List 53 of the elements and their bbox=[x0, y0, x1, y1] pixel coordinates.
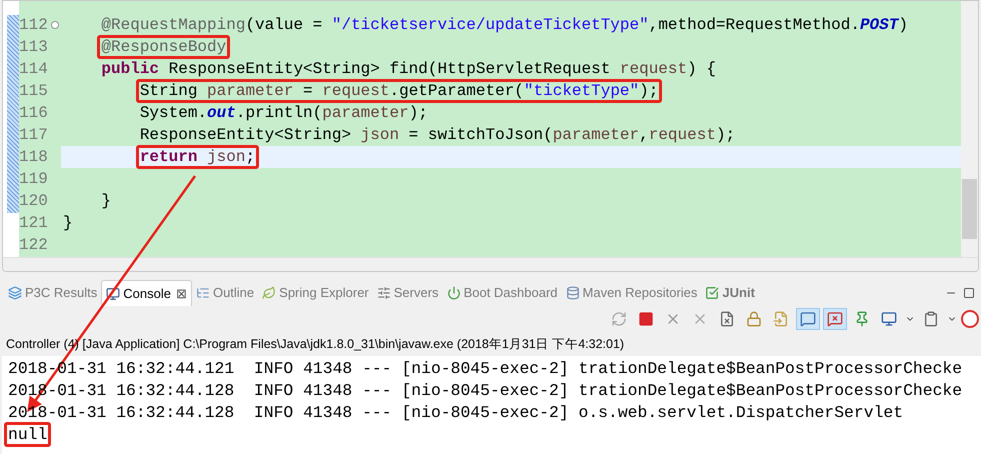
toolbar-button[interactable] bbox=[823, 308, 847, 330]
message-icon bbox=[800, 311, 816, 327]
line-number: 119 bbox=[19, 169, 48, 190]
view-tab[interactable]: Servers bbox=[372, 280, 443, 306]
line-number: 122 bbox=[19, 235, 48, 256]
sliders-icon bbox=[376, 286, 391, 300]
close-icon[interactable]: ⊠ bbox=[176, 284, 187, 304]
code-line: @RequestMapping(value = "/ticketservice/updateTicketType",method=RequestMethod.POST) bbox=[100, 15, 909, 36]
code-line: } bbox=[100, 191, 112, 212]
line-number: 117 bbox=[19, 125, 48, 146]
sync-icon bbox=[611, 311, 627, 327]
scrollbar-thumb[interactable] bbox=[962, 179, 977, 239]
outline-icon bbox=[196, 286, 210, 300]
console-line: 2018-01-31 16:32:44.128 INFO 41348 --- [nio-8045-exec-2] o.s.web.servlet.DispatcherServlet bbox=[7, 402, 904, 424]
clipboard-icon bbox=[923, 311, 939, 327]
monitor-icon bbox=[881, 311, 897, 327]
vertical-scrollbar[interactable] bbox=[961, 1, 978, 257]
line-number: 115 bbox=[19, 81, 48, 102]
checkbox-icon bbox=[705, 286, 720, 300]
import-icon bbox=[773, 311, 789, 327]
maximize-icon[interactable] bbox=[963, 287, 975, 299]
line-number: 113 bbox=[19, 37, 48, 58]
view-tab[interactable]: Maven Repositories bbox=[562, 280, 702, 306]
stop-icon bbox=[638, 311, 654, 327]
view-tab[interactable]: Outline bbox=[192, 280, 258, 306]
line-number: 118 bbox=[19, 147, 48, 168]
monitor-icon bbox=[106, 286, 120, 300]
line-number: 120 bbox=[19, 191, 48, 212]
line-number: 112 bbox=[19, 15, 48, 36]
pin-icon bbox=[854, 311, 870, 327]
toolbar-button[interactable] bbox=[796, 308, 820, 330]
view-tab[interactable]: Console ⊠ bbox=[101, 280, 192, 306]
code-line: } bbox=[62, 213, 74, 234]
line-number: 121 bbox=[19, 213, 48, 234]
code-line: public ResponseEntity<String> find(HttpServletRequest request) { bbox=[100, 59, 717, 80]
lock-icon bbox=[746, 311, 762, 327]
line-number: 114 bbox=[19, 59, 48, 80]
database-icon bbox=[566, 286, 580, 300]
power-icon bbox=[446, 286, 461, 300]
horizontal-scrollbar[interactable] bbox=[3, 257, 978, 271]
clear-icon bbox=[719, 311, 735, 327]
view-tab[interactable]: P3C Results bbox=[4, 280, 102, 306]
view-tab[interactable]: Boot Dashboard bbox=[442, 280, 562, 306]
view-tab[interactable]: Spring Explorer bbox=[258, 280, 373, 306]
message-error-icon bbox=[827, 311, 843, 327]
line-number: 116 bbox=[19, 103, 48, 124]
fold-icon[interactable] bbox=[51, 21, 59, 29]
alert-icon[interactable] bbox=[961, 310, 979, 328]
layers-icon bbox=[8, 286, 22, 300]
code-line: System.out.println(parameter); bbox=[138, 103, 429, 124]
code-line: ResponseEntity<String> json = switchToJson(parameter,request); bbox=[138, 125, 736, 146]
view-tab[interactable]: JUnit bbox=[701, 280, 759, 306]
leaf-icon bbox=[262, 286, 276, 300]
